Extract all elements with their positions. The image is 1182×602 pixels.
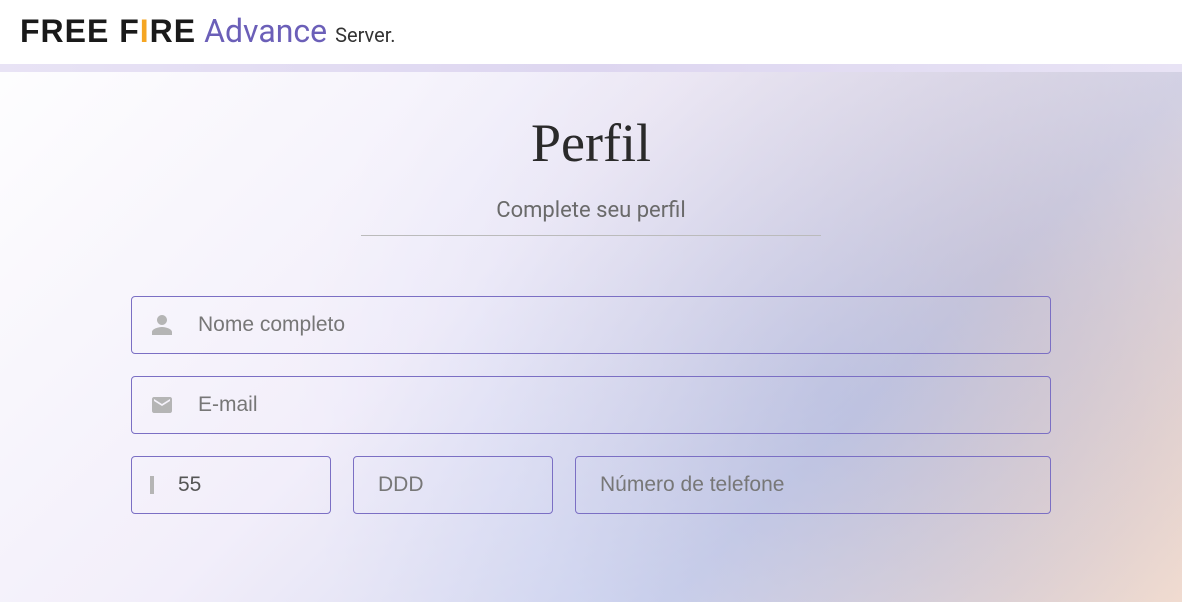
- name-field-wrap[interactable]: [131, 296, 1051, 354]
- ddd-field-wrap[interactable]: [353, 456, 553, 514]
- phone-input[interactable]: [600, 457, 1026, 513]
- email-input[interactable]: [198, 377, 1032, 433]
- name-input[interactable]: [198, 297, 1032, 353]
- phone-field-wrap[interactable]: [575, 456, 1051, 514]
- logo-freefire: FREE FIRE: [20, 13, 196, 50]
- person-icon: [150, 313, 174, 337]
- country-code-wrap[interactable]: [131, 456, 331, 514]
- logo-re-text: RE: [150, 13, 196, 49]
- flag-icon: [150, 476, 154, 494]
- email-field-wrap[interactable]: [131, 376, 1051, 434]
- logo-free-text: FREE F: [20, 13, 140, 49]
- logo-advance: Advance: [204, 12, 327, 50]
- hero-section: Perfil Complete seu perfil: [0, 72, 1182, 602]
- divider: [361, 235, 821, 236]
- banner-strip: [0, 64, 1182, 72]
- logo-server: Server.: [335, 23, 395, 47]
- profile-form: [131, 296, 1051, 514]
- flame-icon: I: [140, 13, 150, 50]
- page-title: Perfil: [0, 112, 1182, 174]
- header: FREE FIRE Advance Server.: [0, 0, 1182, 64]
- email-icon: [150, 393, 174, 417]
- page-subtitle: Complete seu perfil: [0, 198, 1182, 223]
